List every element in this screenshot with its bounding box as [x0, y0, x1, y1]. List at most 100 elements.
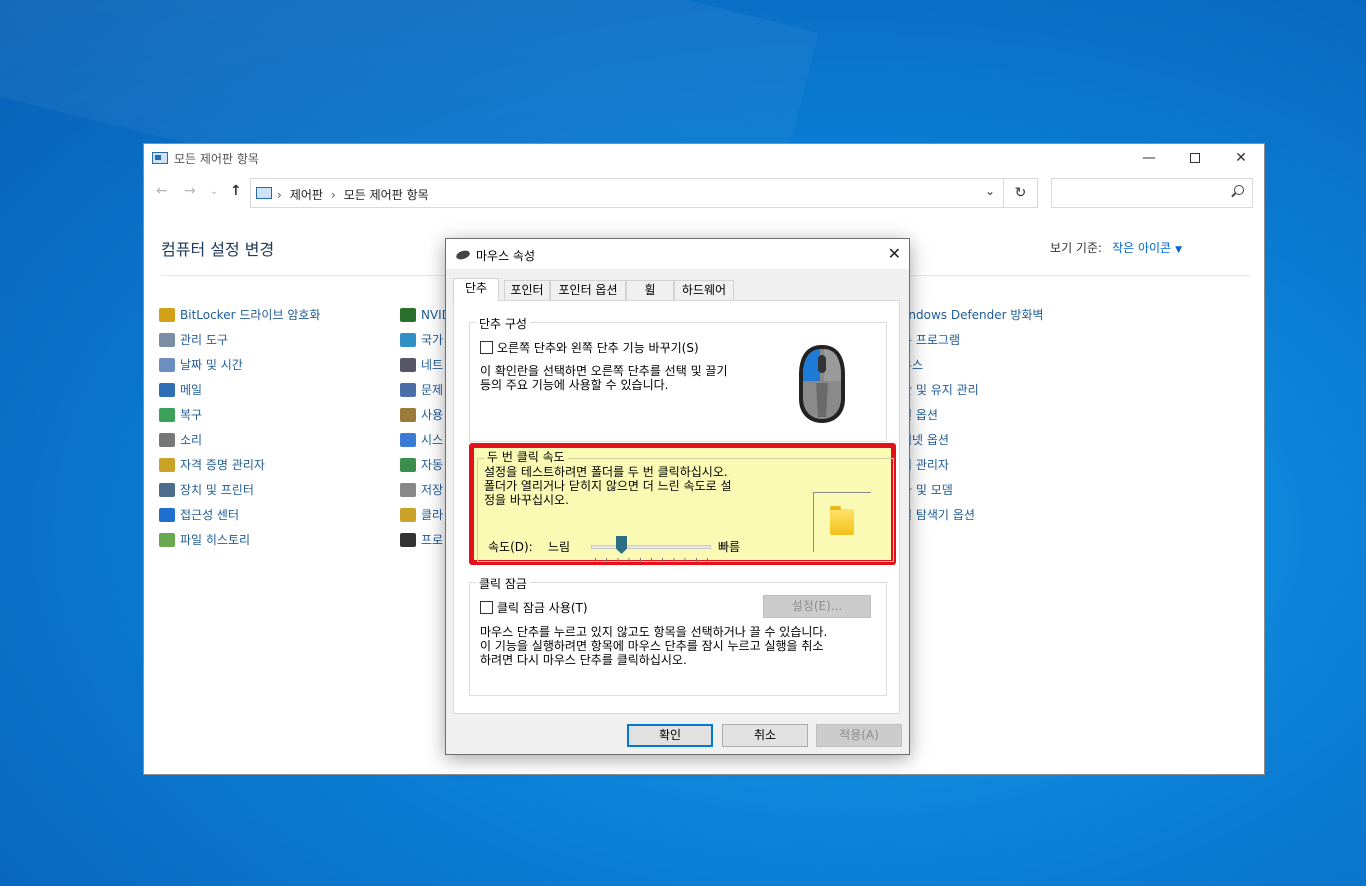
control-panel-item[interactable]: 일 탐색기 옵션	[901, 502, 1044, 527]
control-panel-item-icon	[400, 432, 416, 447]
dropdown-triangle-icon[interactable]: ▼	[1175, 245, 1182, 255]
chevron-down-icon[interactable]: ⌄	[985, 184, 995, 198]
control-panel-item[interactable]: 자격 증명 관리자	[159, 452, 320, 477]
control-panel-item[interactable]: 파일 히스토리	[159, 527, 320, 552]
control-panel-item[interactable]: 복구	[159, 402, 320, 427]
up-arrow-icon[interactable]: ↑	[230, 183, 242, 199]
switch-buttons-checkbox-row[interactable]: 오른쪽 단추와 왼쪽 단추 기능 바꾸기(S)	[480, 339, 699, 356]
breadcrumb-item[interactable]: 모든 제어판 항목	[344, 188, 429, 202]
close-window-button[interactable]: ✕	[1218, 144, 1264, 172]
tab-pointers[interactable]: 포인터	[504, 280, 550, 300]
tab-hardware[interactable]: 하드웨어	[674, 280, 734, 300]
control-panel-item-label: 시스	[421, 433, 444, 447]
control-panel-icon	[152, 152, 168, 164]
control-panel-item-label: 소리	[180, 433, 203, 447]
control-panel-item[interactable]: 접근성 센터	[159, 502, 320, 527]
control-panel-item-label: 프로	[421, 533, 444, 547]
control-panel-item-icon	[400, 357, 416, 372]
control-panel-item-label: 국가	[421, 333, 444, 347]
control-panel-item-icon	[159, 357, 175, 372]
control-panel-icon	[256, 187, 272, 199]
description-line: 마우스 단추를 누르고 있지 않고도 항목을 선택하거나 끌 수 있습니다.	[480, 625, 828, 639]
fast-label: 빠름	[718, 540, 741, 554]
speed-label: 속도(D):	[488, 540, 533, 554]
speed-slider-row: 속도(D): 느림 빠름	[488, 536, 808, 562]
tab-pointer-options[interactable]: 포인터 옵션	[550, 280, 626, 300]
control-panel-item[interactable]: 본 프로그램	[901, 327, 1044, 352]
minimize-button[interactable]: —	[1126, 144, 1172, 172]
switch-buttons-checkbox[interactable]	[480, 341, 493, 354]
tab-buttons[interactable]: 단추	[453, 278, 499, 301]
control-panel-item-label: 클라	[421, 508, 444, 522]
click-lock-checkbox[interactable]	[480, 601, 493, 614]
control-panel-item-icon	[400, 307, 416, 322]
control-panel-item[interactable]: 메일	[159, 377, 320, 402]
refresh-button[interactable]: ↻	[1004, 178, 1038, 208]
control-panel-item[interactable]: 안 및 유지 관리	[901, 377, 1044, 402]
breadcrumb: › 제어판 › 모든 제어판 항목	[277, 188, 429, 202]
click-lock-settings-button[interactable]: 설정(E)...	[763, 595, 871, 618]
control-panel-item[interactable]: 자동	[400, 452, 451, 477]
view-by-dropdown[interactable]: 작은 아이콘	[1112, 241, 1171, 255]
control-panel-item[interactable]: 국가	[400, 327, 451, 352]
maximize-button[interactable]	[1172, 144, 1218, 172]
group-label: 클릭 잠금	[476, 575, 530, 592]
control-panel-item-icon	[400, 507, 416, 522]
apply-button[interactable]: 적용(A)	[816, 724, 902, 747]
control-panel-item[interactable]: 인 옵션	[901, 402, 1044, 427]
control-panel-item[interactable]: 프로	[400, 527, 451, 552]
search-input[interactable]	[1051, 178, 1253, 208]
control-panel-item[interactable]: 문제	[400, 377, 451, 402]
control-panel-titlebar: 모든 제어판 항목 — ✕	[144, 144, 1264, 172]
control-panel-item[interactable]: 터넷 옵션	[901, 427, 1044, 452]
slow-label: 느림	[548, 540, 571, 554]
control-panel-item-label: /indows Defender 방화벽	[901, 308, 1044, 322]
speed-slider-track[interactable]	[591, 545, 711, 549]
control-panel-item[interactable]: 클라	[400, 502, 451, 527]
test-folder-icon[interactable]	[830, 506, 854, 535]
control-panel-item[interactable]: 장치 및 프린터	[159, 477, 320, 502]
group-label: 단추 구성	[476, 315, 530, 332]
control-panel-item[interactable]: 날짜 및 시간	[159, 352, 320, 377]
breadcrumb-item[interactable]: 제어판	[290, 188, 323, 202]
refresh-icon: ↻	[1014, 185, 1027, 201]
control-panel-item-icon	[400, 407, 416, 422]
control-panel-item[interactable]: 관리 도구	[159, 327, 320, 352]
control-panel-item[interactable]: NVID	[400, 302, 451, 327]
control-panel-item[interactable]: 사용	[400, 402, 451, 427]
control-panel-item-icon	[400, 482, 416, 497]
speed-slider-thumb[interactable]	[616, 536, 627, 554]
control-panel-item[interactable]: 저장	[400, 477, 451, 502]
control-panel-item-icon	[159, 457, 175, 472]
control-panel-item[interactable]: 시스	[400, 427, 451, 452]
navigation-bar: ← → ⌄ ↑ › 제어판 › 모든 제어판 항목 ⌄ ↻	[144, 172, 1264, 210]
control-panel-item[interactable]: /indows Defender 방화벽	[901, 302, 1044, 327]
ok-button[interactable]: 확인	[627, 724, 713, 747]
checkbox-label: 오른쪽 단추와 왼쪽 단추 기능 바꾸기(S)	[497, 341, 699, 355]
control-panel-item[interactable]: 치 관리자	[901, 452, 1044, 477]
control-panel-item[interactable]: 화 및 모뎀	[901, 477, 1044, 502]
recent-locations-chevron-icon[interactable]: ⌄	[210, 186, 218, 197]
control-panel-item[interactable]: BitLocker 드라이브 암호화	[159, 302, 320, 327]
control-panel-item-icon	[400, 532, 416, 547]
test-area	[813, 492, 871, 552]
address-bar[interactable]: › 제어판 › 모든 제어판 항목 ⌄	[250, 178, 1004, 208]
control-panel-item-icon	[400, 332, 416, 347]
control-panel-item-label: BitLocker 드라이브 암호화	[180, 308, 321, 322]
control-panel-item-icon	[159, 332, 175, 347]
cancel-button[interactable]: 취소	[722, 724, 808, 747]
forward-arrow-icon[interactable]: →	[184, 183, 196, 199]
control-panel-item-icon	[400, 382, 416, 397]
control-panel-item-label: 일 탐색기 옵션	[901, 508, 975, 522]
description-line: 이 기능을 실행하려면 항목에 마우스 단추를 잠시 누르고 실행을 취소	[480, 639, 824, 653]
control-panel-item[interactable]: 소리	[159, 427, 320, 452]
control-panel-item-icon	[159, 482, 175, 497]
control-panel-item[interactable]: 우스	[901, 352, 1044, 377]
control-panel-item[interactable]: 네트	[400, 352, 451, 377]
click-lock-checkbox-row[interactable]: 클릭 잠금 사용(T)	[480, 599, 588, 616]
tab-wheel[interactable]: 휠	[626, 280, 674, 300]
control-panel-item-label: 관리 도구	[180, 333, 228, 347]
double-click-speed-group: 두 번 클릭 속도 설정을 테스트하려면 폴더를 두 번 클릭하십시오. 폴더가…	[477, 448, 894, 562]
dialog-close-button[interactable]: ✕	[888, 244, 901, 263]
back-arrow-icon[interactable]: ←	[156, 183, 168, 199]
